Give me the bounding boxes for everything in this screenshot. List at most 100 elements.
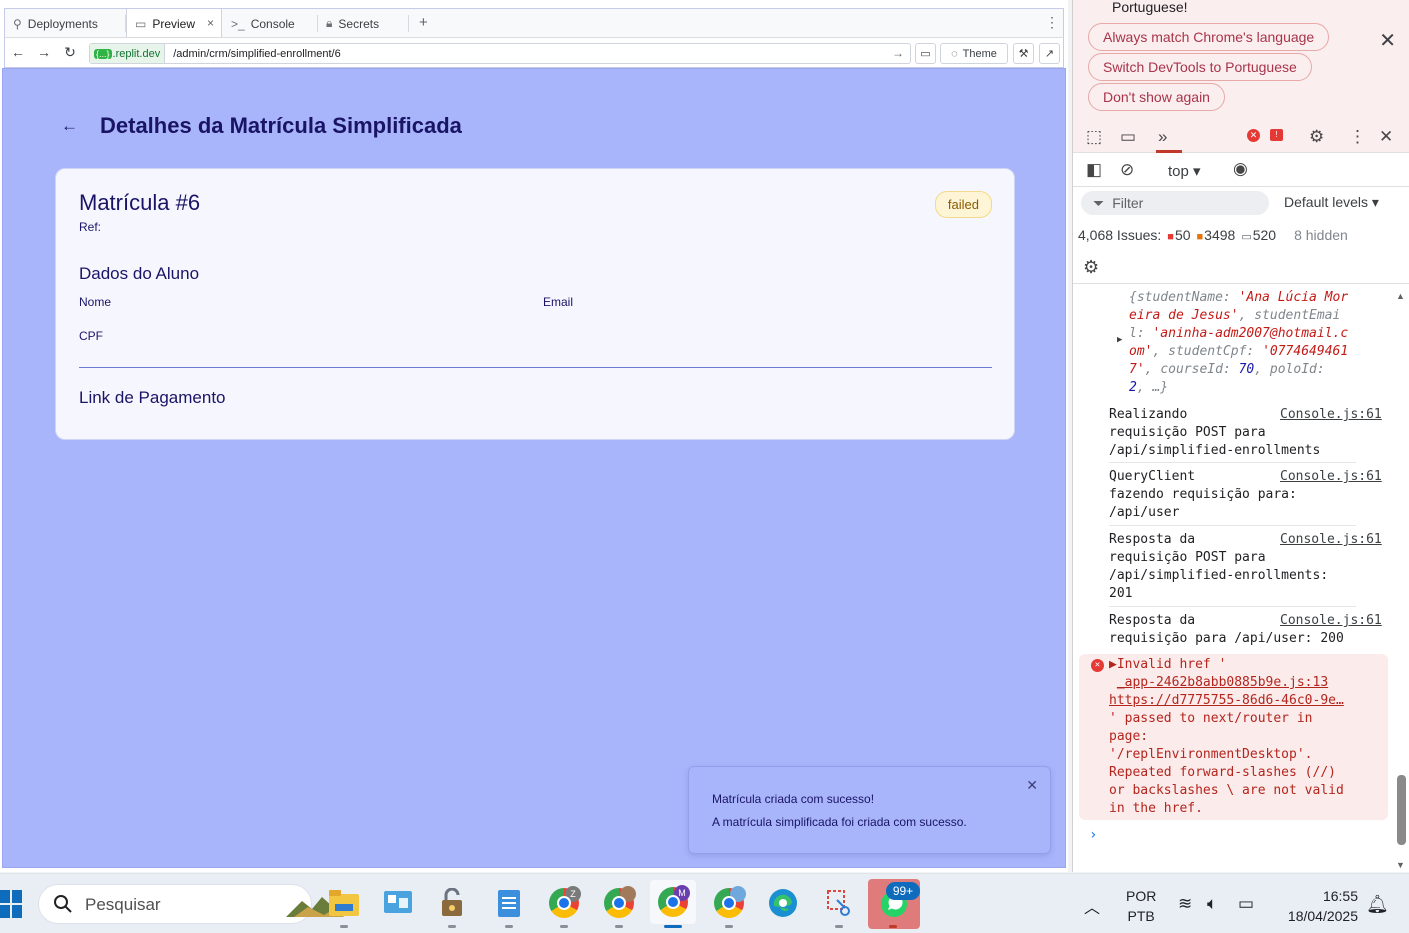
object-log-entry[interactable]: {studentName: 'Ana Lúcia Mor eira de Jes… (1129, 289, 1365, 397)
tools-button[interactable]: ⚒ (1013, 43, 1034, 64)
error-count-icon[interactable]: ✕ (1247, 129, 1260, 142)
chrome-profile-z-icon[interactable]: Z (547, 886, 581, 920)
eye-icon[interactable]: ◉ (1233, 159, 1248, 179)
value: om' (1129, 344, 1153, 359)
replit-tab-bar: ⚲ Deployments ▭ Preview × >_ Console 🔒︎ … (4, 8, 1064, 38)
infobar-text: Portuguese! (1112, 0, 1188, 15)
chrome-profile-m-icon[interactable]: M (650, 880, 696, 924)
url-field[interactable]: {...} .replit.dev /admin/crm/simplified-… (89, 43, 911, 64)
source-link[interactable]: Console.js:61 (1280, 468, 1382, 486)
key: courseId (1160, 362, 1223, 377)
browser-window: ⚲ Deployments ▭ Preview × >_ Console 🔒︎ … (0, 0, 1068, 872)
page-title: Detalhes da Matrícula Simplificada (100, 113, 462, 138)
reload-icon[interactable]: ↻ (61, 44, 79, 61)
scroll-down-icon[interactable]: ▼ (1396, 860, 1405, 870)
console-icon: >_ (231, 16, 245, 31)
section-payment-heading: Link de Pagamento (79, 388, 226, 407)
url-host: {...} .replit.dev (90, 44, 166, 63)
clear-console-icon[interactable]: ⊘ (1120, 160, 1134, 180)
close-icon[interactable]: × (207, 16, 214, 30)
go-arrow-icon[interactable]: → (892, 46, 904, 60)
value: 'aninha-adm2007@hotmail.c (1152, 326, 1349, 341)
expand-triangle-icon[interactable]: ▶ (1117, 335, 1122, 345)
gear-icon[interactable]: ⚙ (1083, 257, 1099, 278)
more-tabs-icon[interactable]: » (1158, 127, 1167, 147)
clock[interactable]: 16:55 18/04/2025 (1278, 886, 1358, 926)
wifi-icon[interactable]: ≋ (1178, 894, 1192, 914)
tab-label: Preview (152, 16, 196, 31)
source-link[interactable]: Console.js:61 (1280, 406, 1382, 424)
chevron-up-icon[interactable]: ︿ (1084, 894, 1100, 918)
lang-line2: PTB (1127, 908, 1155, 924)
source-link[interactable]: Console.js:61 (1280, 612, 1382, 630)
running-indicator (725, 925, 733, 928)
switch-devtools-language-button[interactable]: Switch DevTools to Portuguese (1088, 53, 1312, 81)
close-icon[interactable]: ✕ (1026, 777, 1038, 794)
security-lock-icon[interactable] (435, 886, 469, 920)
control-panel-icon[interactable] (381, 886, 415, 920)
filter-placeholder: Filter (1112, 195, 1144, 211)
running-indicator (889, 925, 897, 928)
snipping-tool-icon[interactable] (822, 886, 856, 920)
console-prompt-icon[interactable]: › (1089, 827, 1097, 843)
href-link[interactable]: https://d7775755-86d6-46c0-9e… (1109, 693, 1344, 708)
date: 18/04/2025 (1287, 908, 1358, 924)
sidebar-toggle-icon[interactable]: ◧ (1086, 160, 1102, 180)
source-link[interactable]: Console.js:61 (1280, 531, 1382, 549)
url-host-text: .replit.dev (112, 47, 161, 60)
tab-secrets[interactable]: 🔒︎ Secrets (318, 9, 408, 38)
tab-console[interactable]: >_ Console (223, 9, 317, 38)
theme-button[interactable]: ◌ Theme (940, 43, 1008, 64)
divider (79, 367, 992, 368)
forward-icon[interactable]: → (35, 44, 53, 60)
toast-title: Matrícula criada com sucesso! (712, 792, 875, 806)
tab-deployments[interactable]: ⚲ Deployments (5, 9, 125, 38)
chrome-icon (604, 886, 636, 918)
back-icon[interactable]: ← (9, 44, 27, 60)
tab-label: Console (250, 16, 295, 31)
gear-icon[interactable]: ⚙ (1309, 127, 1324, 147)
running-indicator (448, 925, 456, 928)
file-explorer-icon[interactable] (327, 886, 361, 920)
issue-count-icon[interactable]: ! (1270, 129, 1283, 141)
windows-taskbar: Pesquisar Z M 99+ ︿ POR PTB ≋ 🔈︎ ▭ 16:55… (0, 873, 1409, 933)
notepad-icon[interactable] (492, 886, 526, 920)
source-link[interactable]: _app-2462b8abb0885b9e.js:13 (1117, 675, 1328, 690)
log-levels-select[interactable]: Default levels ▾ (1284, 194, 1379, 211)
filter-input[interactable]: ⏷ Filter (1081, 191, 1269, 215)
input-language[interactable]: POR PTB (1126, 886, 1156, 926)
scroll-up-icon[interactable]: ▲ (1396, 291, 1405, 301)
volume-icon[interactable]: 🔈︎ (1207, 894, 1217, 914)
issues-summary[interactable]: 4,068 Issues: ■50 ■3498 ▭520 8 hidden (1078, 227, 1348, 243)
close-icon[interactable]: ✕ (1379, 28, 1396, 53)
open-new-tab-button[interactable]: ↗ (1039, 43, 1060, 64)
chrome-profile-photo-icon[interactable] (602, 886, 636, 920)
devtools-toggle-button[interactable]: ▭ (915, 43, 936, 64)
battery-icon[interactable]: ▭ (1238, 894, 1254, 914)
expand-triangle-icon: ▶ (1109, 657, 1117, 672)
scrollbar-thumb[interactable] (1397, 775, 1406, 845)
name-label: Nome (79, 295, 112, 309)
device-toolbar-icon[interactable]: ▭ (1120, 127, 1136, 147)
always-match-language-button[interactable]: Always match Chrome's language (1088, 23, 1330, 51)
value: 70 (1238, 362, 1255, 377)
windows-start-icon[interactable] (0, 890, 22, 918)
console-toolbar: ◧ ⊘ top ▾ ◉ (1073, 153, 1409, 187)
error-log-entry[interactable]: ✕ ▶Invalid href ' _app-2462b8abb0885b9e.… (1079, 654, 1388, 820)
hidden-count: 8 hidden (1294, 227, 1348, 243)
notifications-icon[interactable]: 🔔︎ (1366, 894, 1389, 915)
edge-icon[interactable] (766, 886, 800, 920)
add-tab-button[interactable]: + (419, 14, 428, 31)
divider (1109, 606, 1356, 607)
close-icon[interactable]: ✕ (1379, 127, 1393, 147)
inspect-element-icon[interactable]: ⬚ (1086, 127, 1102, 147)
error-icon: ■ (1167, 231, 1174, 243)
taskbar-search-box[interactable]: Pesquisar (38, 884, 344, 924)
dont-show-again-button[interactable]: Don't show again (1088, 83, 1225, 111)
kebab-menu-icon[interactable]: ⋮ (1045, 14, 1059, 31)
context-select[interactable]: top ▾ (1168, 162, 1201, 180)
back-arrow-icon[interactable]: ← (61, 116, 78, 136)
issues-label: 4,068 Issues: (1078, 227, 1162, 243)
kebab-menu-icon[interactable]: ⋮ (1349, 127, 1366, 147)
chrome-profile-default-icon[interactable] (712, 886, 746, 920)
